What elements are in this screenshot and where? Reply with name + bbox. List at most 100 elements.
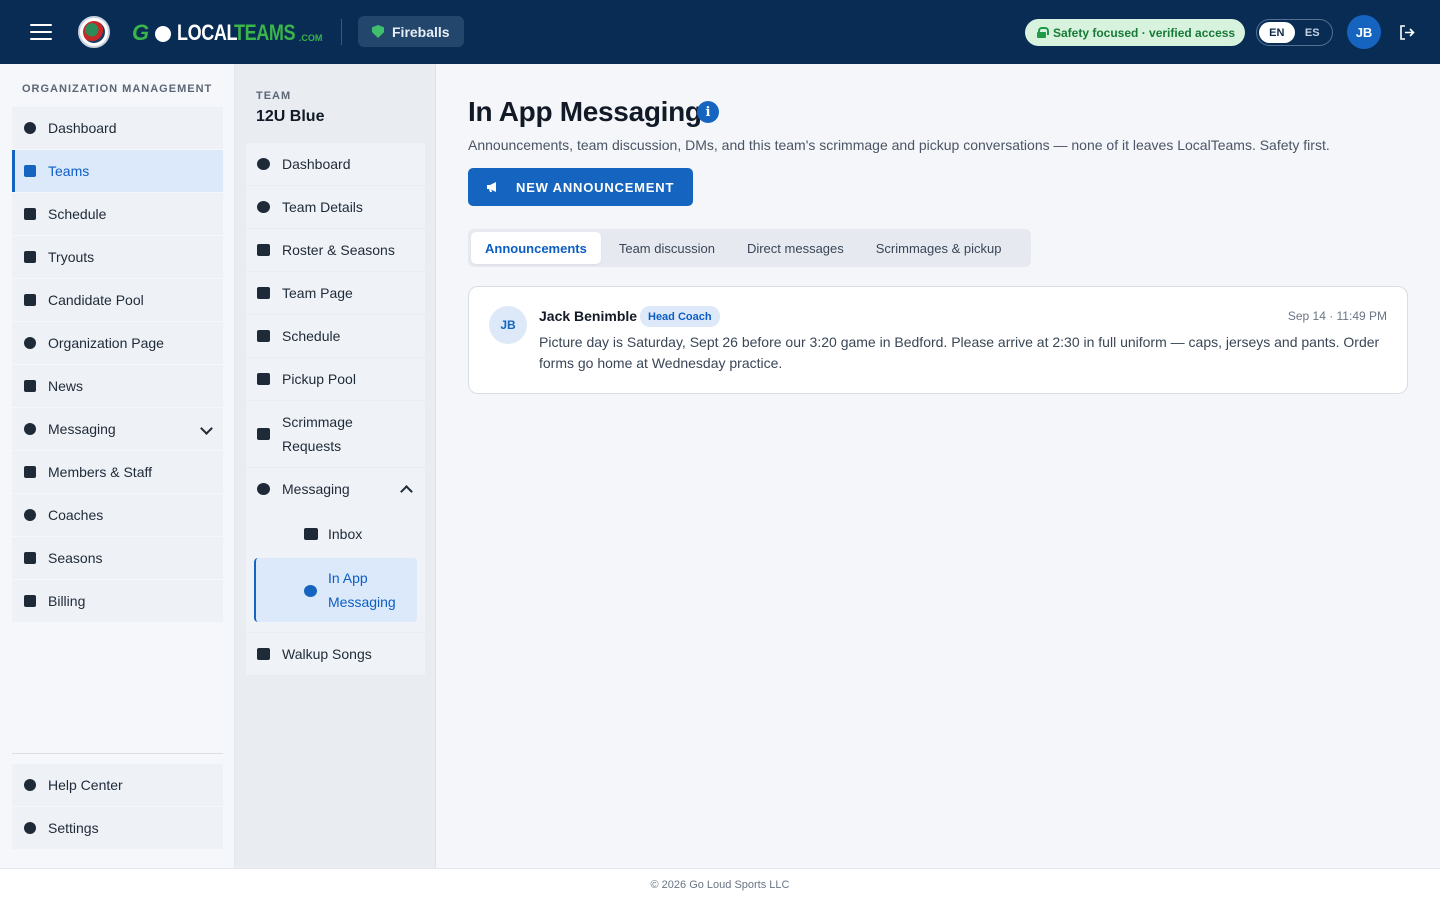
role-badge: Head Coach — [640, 306, 720, 327]
localteams-logo[interactable]: G LOCAL TEAMS .COM — [132, 18, 322, 46]
menu-icon[interactable] — [30, 24, 52, 40]
info-icon[interactable]: i — [697, 101, 719, 123]
sidebar-item-label: Teams — [48, 163, 90, 179]
sidebar-item-label: Dashboard — [48, 120, 117, 136]
sidebar-item-coaches[interactable]: Coaches — [12, 494, 223, 536]
subnav-item-messaging[interactable]: Messaging — [246, 468, 425, 510]
calendar-grid-icon — [24, 552, 36, 564]
help-icon — [24, 779, 36, 791]
sidebar-item-label: Coaches — [48, 507, 104, 523]
subnav-item-label: Walkup Songs — [282, 646, 372, 662]
subnav-item-label: Scrimmage Requests — [282, 414, 353, 454]
subnav-item-inbox[interactable]: Inbox — [246, 510, 425, 558]
subnav-item-team-details[interactable]: Team Details — [246, 186, 425, 228]
dashboard-icon — [24, 122, 36, 134]
sidebar-item-messaging[interactable]: Messaging — [12, 408, 223, 450]
sidebar-item-candidate-pool[interactable]: Candidate Pool — [12, 279, 223, 321]
inbox-tray-icon — [257, 373, 270, 385]
sidebar-item-label: News — [48, 378, 84, 394]
info-icon — [257, 201, 270, 213]
lang-es-option[interactable]: ES — [1295, 22, 1331, 43]
sidebar-item-tryouts[interactable]: Tryouts — [12, 236, 223, 278]
sidebar-item-billing[interactable]: Billing — [12, 580, 223, 622]
sidebar-item-news[interactable]: News — [12, 365, 223, 407]
subnav-item-label: In App Messaging — [328, 570, 396, 610]
subnav-item-schedule[interactable]: Schedule — [246, 315, 425, 357]
tab-team-discussion[interactable]: Team discussion — [605, 232, 729, 264]
sidebar-item-help-center[interactable]: Help Center — [12, 764, 223, 806]
subnav-item-label: Pickup Pool — [282, 371, 356, 387]
sidebar-item-label: Messaging — [48, 421, 116, 437]
list-icon — [257, 244, 270, 256]
user-avatar[interactable]: JB — [1347, 15, 1381, 49]
chevron-down-icon — [200, 422, 213, 435]
chat-bubble-icon — [304, 585, 317, 597]
globe-icon — [24, 337, 36, 349]
new-announcement-button[interactable]: NEW ANNOUNCEMENT — [468, 168, 693, 206]
sidebar-item-label: Organization Page — [48, 335, 164, 351]
top-bar: G LOCAL TEAMS .COM Fireballs Safety focu… — [0, 0, 1440, 64]
sidebar-item-label: Help Center — [48, 777, 123, 793]
announcement-card[interactable]: JB Jack Benimble Head Coach Sep 14 · 11:… — [468, 286, 1408, 394]
tab-announcements[interactable]: Announcements — [471, 232, 601, 264]
logo-com-text: .COM — [298, 33, 323, 43]
org-name: Fireballs — [392, 23, 450, 40]
subnav-item-label: Dashboard — [282, 156, 351, 172]
newspaper-icon — [24, 380, 36, 392]
org-logo[interactable] — [78, 16, 110, 48]
message-timestamp: Sep 14 · 11:49 PM — [1287, 309, 1387, 323]
calendar-icon — [24, 208, 36, 220]
message-body: Picture day is Saturday, Sept 26 before … — [539, 334, 1380, 371]
sidebar-item-settings[interactable]: Settings — [12, 807, 223, 849]
sidebar-item-label: Schedule — [48, 206, 107, 222]
subnav-messaging-group: Messaging Inbox In App Messaging — [246, 468, 425, 632]
sidebar-item-organization-page[interactable]: Organization Page — [12, 322, 223, 364]
baseball-icon — [155, 26, 172, 42]
megaphone-icon — [487, 182, 496, 192]
org-sidebar: ORGANIZATION MANAGEMENT Dashboard Teams … — [0, 64, 235, 868]
footer: © 2026 Go Loud Sports LLC — [0, 868, 1440, 900]
credit-card-icon — [24, 595, 36, 607]
sidebar-item-schedule[interactable]: Schedule — [12, 193, 223, 235]
teams-icon — [24, 165, 36, 177]
tab-direct-messages[interactable]: Direct messages — [733, 232, 858, 264]
inbox-icon — [304, 528, 318, 540]
lang-en-option[interactable]: EN — [1259, 22, 1295, 43]
subnav-item-label: Messaging — [282, 481, 350, 497]
sidebar-item-members-staff[interactable]: Members & Staff — [12, 451, 223, 493]
tab-scrimmages-pickup[interactable]: Scrimmages & pickup — [862, 232, 1016, 264]
message-tabs: Announcements Team discussion Direct mes… — [468, 229, 1031, 267]
header-divider — [341, 19, 342, 45]
coach-icon — [24, 509, 36, 521]
sidebar-item-dashboard[interactable]: Dashboard — [12, 107, 223, 149]
subnav-item-walkup-songs[interactable]: Walkup Songs — [246, 633, 425, 675]
sidebar-divider — [12, 753, 223, 754]
org-nav-list: Dashboard Teams Schedule Tryouts Candida… — [12, 107, 223, 623]
logout-icon[interactable] — [1399, 25, 1415, 40]
team-label: TEAM — [256, 90, 292, 102]
safety-text: Safety focused · verified access — [1053, 25, 1236, 40]
gear-icon — [24, 822, 36, 834]
people-exchange-icon — [257, 428, 270, 440]
shield-icon — [372, 25, 384, 38]
id-card-icon — [24, 466, 36, 478]
sidebar-bottom-list: Help Center Settings — [12, 764, 223, 850]
org-switcher-button[interactable]: Fireballs — [358, 16, 464, 47]
sidebar-item-teams[interactable]: Teams — [12, 150, 223, 192]
sidebar-item-label: Billing — [48, 593, 86, 609]
sidebar-item-label: Settings — [48, 820, 99, 836]
chat-icon — [257, 483, 270, 495]
subnav-item-pickup-pool[interactable]: Pickup Pool — [246, 358, 425, 400]
calendar-icon — [257, 330, 270, 342]
subnav-item-team-page[interactable]: Team Page — [246, 272, 425, 314]
sidebar-heading: ORGANIZATION MANAGEMENT — [22, 83, 213, 95]
author-avatar: JB — [489, 306, 527, 344]
subnav-item-dashboard[interactable]: Dashboard — [246, 143, 425, 185]
subnav-item-label: Roster & Seasons — [282, 242, 395, 258]
subnav-item-roster-seasons[interactable]: Roster & Seasons — [246, 229, 425, 271]
dashboard-icon — [257, 158, 270, 170]
subnav-item-in-app-messaging[interactable]: In App Messaging — [254, 558, 417, 622]
subnav-item-scrimmage-requests[interactable]: Scrimmage Requests — [246, 401, 425, 467]
sidebar-item-seasons[interactable]: Seasons — [12, 537, 223, 579]
clipboard-icon — [24, 251, 36, 263]
